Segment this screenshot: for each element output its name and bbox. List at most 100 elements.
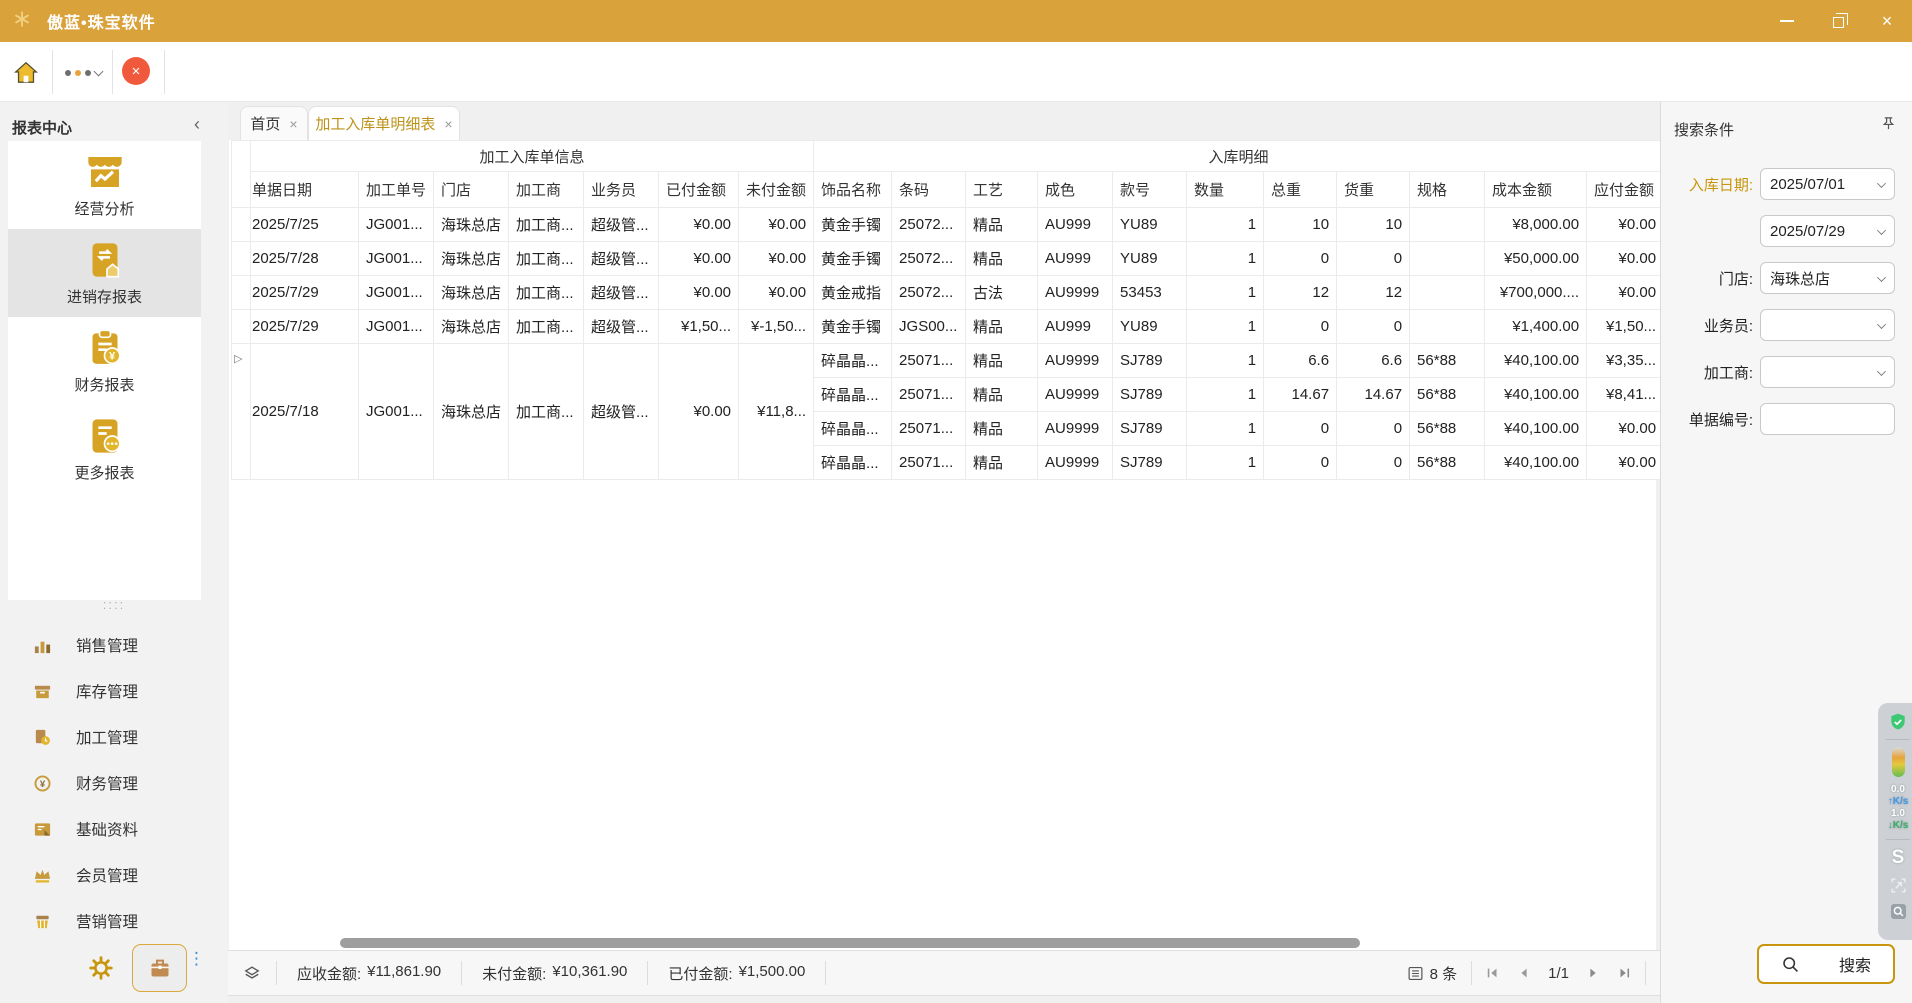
column-header[interactable]: 数量	[1187, 172, 1264, 208]
search-button[interactable]: 搜索	[1757, 944, 1895, 984]
table-cell: 14.67	[1264, 378, 1337, 412]
first-page-icon[interactable]	[1486, 966, 1500, 980]
restore-button[interactable]	[1812, 0, 1862, 42]
module-menu: 销售管理 库存管理 加工管理 ¥ 财务管理 基础资料 会员管理 营销管理	[0, 622, 228, 944]
screenshot-icon[interactable]	[1889, 876, 1908, 895]
sidebar-item-sales[interactable]: 销售管理	[0, 622, 228, 668]
processor-select[interactable]	[1760, 356, 1895, 388]
sidebar-item-finance-reports[interactable]: ¥ 财务报表	[8, 317, 201, 405]
table-cell: ¥0.00	[1587, 276, 1664, 310]
column-header[interactable]: 单据日期	[251, 172, 359, 208]
panel-drag-handle[interactable]: ::::	[0, 600, 228, 610]
search-tool-icon[interactable]	[1889, 902, 1908, 921]
column-header[interactable]: 规格	[1410, 172, 1485, 208]
horizontal-scrollbar-thumb[interactable]	[340, 938, 1360, 948]
column-header[interactable]: 已付金额	[659, 172, 739, 208]
settings-button[interactable]	[88, 955, 114, 981]
column-header[interactable]: 款号	[1113, 172, 1187, 208]
tab-processing-inbound-report[interactable]: 加工入库单明细表 ×	[308, 106, 460, 140]
close-circle-icon: ×	[122, 57, 150, 85]
toolbox-button[interactable]	[132, 944, 187, 992]
report-panel: 经营分析 进销存报表 ¥ 财务报表	[8, 141, 201, 600]
column-header[interactable]: 条码	[892, 172, 966, 208]
table-row[interactable]: 2025/7/29JG001...海珠总店加工商...超级管...¥1,50..…	[232, 310, 1664, 344]
work-order-icon	[33, 728, 52, 747]
browser-logo-icon[interactable]: S	[1892, 847, 1905, 869]
prev-page-icon[interactable]	[1517, 966, 1531, 980]
date-from-select[interactable]: 2025/07/01	[1760, 168, 1895, 200]
last-page-icon[interactable]	[1617, 966, 1631, 980]
table-cell: AU9999	[1038, 446, 1113, 480]
sidebar-footer: ⋮	[0, 944, 228, 1000]
close-button[interactable]: ×	[1862, 0, 1912, 42]
row-indicator	[232, 242, 251, 276]
sidebar-item-business-analysis[interactable]: 经营分析	[8, 141, 201, 229]
column-header[interactable]: 门店	[434, 172, 509, 208]
column-header[interactable]: 未付金额	[739, 172, 814, 208]
table-cell: ¥0.00	[1587, 208, 1664, 242]
document-number-input[interactable]	[1760, 403, 1895, 435]
table-row[interactable]: 2025/7/28JG001...海珠总店加工商...超级管...¥0.00¥0…	[232, 242, 1664, 276]
chevron-down-icon	[1877, 179, 1886, 188]
sidebar-item-inventory[interactable]: 库存管理	[0, 668, 228, 714]
table-cell: 1	[1187, 378, 1264, 412]
sidebar-item-inventory-reports[interactable]: 进销存报表	[8, 229, 201, 317]
status-capsule-icon[interactable]	[1892, 747, 1905, 777]
close-tab-icon[interactable]: ×	[289, 116, 297, 132]
close-tab-icon[interactable]: ×	[444, 116, 452, 132]
table-row[interactable]: 2025/7/25JG001...海珠总店加工商...超级管...¥0.00¥0…	[232, 208, 1664, 242]
table-cell: 超级管...	[584, 276, 659, 310]
field-inbound-date-from: 入库日期: 2025/07/01	[1661, 168, 1912, 200]
table-row[interactable]: ▷2025/7/18JG001...海珠总店加工商...超级管...¥0.00¥…	[232, 344, 1664, 378]
table-cell: 海珠总店	[434, 310, 509, 344]
sidebar-item-members[interactable]: 会员管理	[0, 852, 228, 898]
record-list-icon	[1407, 965, 1424, 982]
column-header[interactable]: 成本金额	[1485, 172, 1587, 208]
column-header[interactable]: 业务员	[584, 172, 659, 208]
date-to-select[interactable]: 2025/07/29	[1760, 215, 1895, 247]
layers-icon[interactable]	[242, 963, 262, 983]
close-all-button[interactable]: ×	[122, 57, 154, 89]
next-page-icon[interactable]	[1586, 966, 1600, 980]
column-header[interactable]: 总重	[1264, 172, 1337, 208]
column-header[interactable]: 加工商	[509, 172, 584, 208]
table-cell: 0	[1264, 446, 1337, 480]
row-expand-arrow-icon[interactable]: ▷	[232, 344, 251, 480]
sidebar-item-processing[interactable]: 加工管理	[0, 714, 228, 760]
report-table: 加工入库单信息入库明细单据日期加工单号门店加工商业务员已付金额未付金额饰品名称条…	[231, 140, 1664, 480]
tab-label: 首页	[250, 113, 280, 134]
more-options-icon[interactable]: ⋮	[188, 954, 205, 963]
collapse-sidebar-icon[interactable]: ‹	[194, 114, 200, 135]
table-row[interactable]: 2025/7/29JG001...海珠总店加工商...超级管...¥0.00¥0…	[232, 276, 1664, 310]
sidebar-item-finance[interactable]: ¥ 财务管理	[0, 760, 228, 806]
column-header[interactable]: 货重	[1337, 172, 1410, 208]
table-cell: 53453	[1113, 276, 1187, 310]
column-header[interactable]: 工艺	[966, 172, 1038, 208]
sidebar-item-marketing[interactable]: 营销管理	[0, 898, 228, 944]
table-cell: 2025/7/25	[251, 208, 359, 242]
column-header[interactable]: 成色	[1038, 172, 1113, 208]
sidebar-item-basic-data[interactable]: 基础资料	[0, 806, 228, 852]
column-header[interactable]: 应付金额	[1587, 172, 1664, 208]
more-tools-dropdown[interactable]	[58, 58, 108, 88]
salesperson-select[interactable]	[1760, 309, 1895, 341]
column-header[interactable]: 加工单号	[359, 172, 434, 208]
minimize-button[interactable]	[1762, 0, 1812, 42]
column-header[interactable]: 饰品名称	[814, 172, 892, 208]
pin-panel-icon[interactable]	[1881, 116, 1896, 131]
table-cell: 1	[1187, 276, 1264, 310]
store-select[interactable]: 海珠总店	[1760, 262, 1895, 294]
table-cell: 0	[1264, 310, 1337, 344]
table-cell: 25071...	[892, 378, 966, 412]
gift-basket-icon	[33, 912, 52, 931]
table-cell: 碎晶晶...	[814, 412, 892, 446]
sidebar-item-more-reports[interactable]: 更多报表	[8, 405, 201, 493]
table-cell: 2025/7/29	[251, 310, 359, 344]
table-cell: 1	[1187, 344, 1264, 378]
table-cell: 0	[1337, 412, 1410, 446]
tab-home[interactable]: 首页 ×	[240, 106, 308, 140]
table-cell: JG001...	[359, 208, 434, 242]
shield-check-icon[interactable]	[1888, 712, 1908, 732]
table-cell: JG001...	[359, 242, 434, 276]
home-button[interactable]	[8, 58, 44, 88]
